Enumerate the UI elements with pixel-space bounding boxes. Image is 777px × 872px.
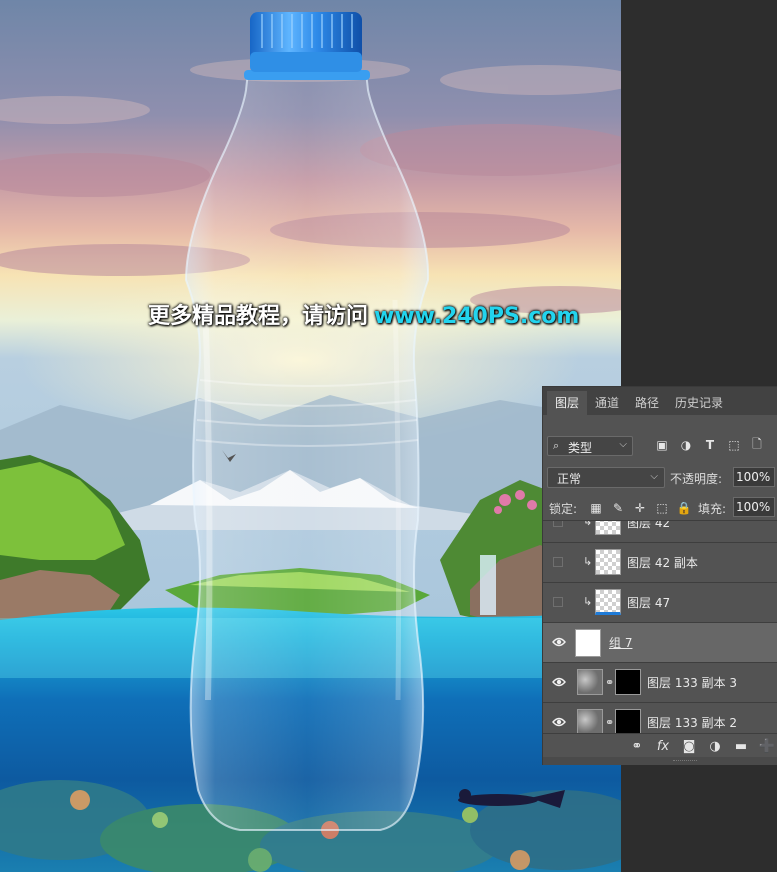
composite-artwork bbox=[0, 0, 621, 872]
clipping-arrow-icon: ↳ bbox=[583, 520, 593, 528]
watermark-url: www.240PS.com bbox=[374, 304, 580, 329]
new-layer-icon[interactable]: ➕ bbox=[759, 738, 775, 754]
folder-icon[interactable]: ▬ bbox=[733, 738, 749, 754]
opacity-label: 不透明度: bbox=[670, 472, 723, 486]
panel-tabs: 图层 通道 路径 历史记录 bbox=[543, 387, 777, 415]
layer-thumbnail bbox=[595, 521, 621, 535]
panel-resize-grip[interactable] bbox=[543, 757, 777, 765]
blend-row: 正常 ⌵ 不透明度: 100% bbox=[543, 467, 777, 489]
link-icon[interactable]: ⚭ bbox=[629, 738, 645, 754]
filter-kind-label: 类型 bbox=[568, 441, 593, 455]
layer-row-selected[interactable]: 组 7 bbox=[543, 623, 777, 663]
tab-history[interactable]: 历史记录 bbox=[667, 391, 731, 415]
layer-thumbnail bbox=[577, 709, 603, 734]
layers-panel: 图层 通道 路径 历史记录 ⌕ 类型 ⌵ ▣ ◑ T ⬚ 🗋 正常 ⌵ 不透明度… bbox=[542, 386, 777, 765]
layer-name[interactable]: 图层 47 bbox=[627, 594, 670, 611]
tab-paths[interactable]: 路径 bbox=[627, 391, 667, 415]
tab-channels[interactable]: 通道 bbox=[587, 391, 627, 415]
lock-label: 锁定: bbox=[549, 502, 578, 516]
link-icon[interactable]: ⚭ bbox=[605, 716, 614, 729]
visibility-toggle-off[interactable] bbox=[553, 557, 563, 567]
lock-artboard-icon[interactable]: ⬚ bbox=[655, 501, 669, 515]
lock-transparent-icon[interactable]: ▦ bbox=[589, 501, 603, 515]
lock-position-icon[interactable]: ✛ bbox=[633, 501, 647, 515]
lock-row: 锁定: ▦ ✎ ✛ ⬚ 🔒 填充: 100% bbox=[543, 497, 777, 519]
layer-name[interactable]: 图层 133 副本 3 bbox=[647, 674, 737, 691]
smart-object-filter-icon[interactable]: 🗋 bbox=[750, 437, 764, 452]
watermark-text: 更多精品教程，请访问 www.240PS.com bbox=[148, 298, 579, 330]
adjustment-filter-icon[interactable]: ◑ bbox=[679, 438, 693, 452]
layer-name[interactable]: 图层 133 副本 2 bbox=[647, 714, 737, 731]
layer-name[interactable]: 图层 42 bbox=[627, 521, 670, 531]
fill-label: 填充: bbox=[698, 502, 727, 516]
visibility-toggle-off[interactable] bbox=[553, 597, 563, 607]
eye-icon[interactable] bbox=[552, 716, 566, 728]
layer-row[interactable]: ⚭ 图层 133 副本 3 bbox=[543, 663, 777, 703]
layer-thumbnail bbox=[577, 669, 603, 695]
layer-thumbnail bbox=[595, 589, 621, 615]
document-canvas[interactable]: 更多精品教程，请访问 www.240PS.com bbox=[0, 0, 621, 872]
group-thumbnail bbox=[575, 629, 601, 657]
layer-name[interactable]: 图层 42 副本 bbox=[627, 554, 698, 571]
layer-row[interactable]: ↳ 图层 42 副本 bbox=[543, 543, 777, 583]
layer-row[interactable]: ⚭ 图层 133 副本 2 bbox=[543, 703, 777, 734]
watermark-cn: 更多精品教程，请访问 bbox=[148, 304, 369, 329]
shape-filter-icon[interactable]: ⬚ bbox=[727, 438, 741, 452]
mask-icon[interactable]: ◙ bbox=[681, 738, 697, 754]
clipping-arrow-icon: ↳ bbox=[583, 595, 593, 608]
eye-icon[interactable] bbox=[552, 676, 566, 688]
image-filter-icon[interactable]: ▣ bbox=[655, 438, 669, 452]
fill-input[interactable]: 100% bbox=[733, 497, 775, 517]
blend-mode-select[interactable]: 正常 ⌵ bbox=[547, 467, 665, 488]
lock-image-icon[interactable]: ✎ bbox=[611, 501, 625, 515]
type-filter-icon[interactable]: T bbox=[703, 438, 717, 452]
eye-icon[interactable] bbox=[552, 636, 566, 648]
opacity-input[interactable]: 100% bbox=[733, 467, 775, 487]
tab-layers[interactable]: 图层 bbox=[547, 391, 588, 415]
blend-mode-value: 正常 bbox=[557, 472, 582, 486]
layer-thumbnail bbox=[595, 549, 621, 575]
visibility-toggle-off[interactable] bbox=[553, 521, 563, 527]
fx-icon[interactable]: fx bbox=[655, 738, 671, 754]
filter-kind-select[interactable]: ⌕ 类型 ⌵ bbox=[547, 436, 633, 456]
search-icon: ⌕ bbox=[553, 439, 560, 452]
chevron-down-icon: ⌵ bbox=[619, 439, 627, 450]
link-icon[interactable]: ⚭ bbox=[605, 676, 614, 689]
layer-mask-thumbnail[interactable] bbox=[615, 709, 641, 734]
adjustment-icon[interactable]: ◑ bbox=[707, 738, 723, 754]
lock-all-icon[interactable]: 🔒 bbox=[677, 501, 692, 515]
chevron-down-icon: ⌵ bbox=[650, 471, 658, 482]
layer-row[interactable]: ↳ 图层 47 bbox=[543, 583, 777, 623]
layers-bottom-bar: ⚭ fx ◙ ◑ ▬ ➕ bbox=[543, 733, 777, 758]
layer-list[interactable]: ↳ 图层 42 ↳ 图层 42 副本 ↳ 图层 47 组 7 ⚭ 图层 133 … bbox=[543, 520, 777, 734]
clipping-arrow-icon: ↳ bbox=[583, 555, 593, 568]
layer-row[interactable]: ↳ 图层 42 bbox=[543, 520, 777, 543]
layer-mask-thumbnail[interactable] bbox=[615, 669, 641, 695]
layer-name[interactable]: 组 7 bbox=[609, 634, 632, 651]
layer-filter-row: ⌕ 类型 ⌵ ▣ ◑ T ⬚ 🗋 bbox=[543, 434, 777, 458]
